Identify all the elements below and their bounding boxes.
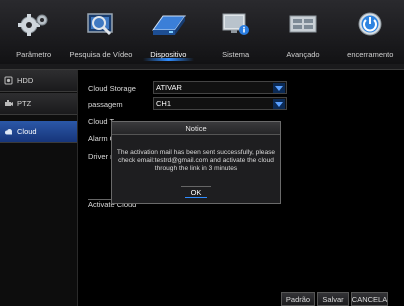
- bottom-button-bar: Padrão Salvar CANCELA: [281, 292, 388, 306]
- nav-label: Avançado: [286, 50, 320, 59]
- nav-sistema[interactable]: Sistema: [202, 0, 269, 64]
- nav-label: Parâmetro: [16, 50, 52, 59]
- cloud-storage-label: Cloud Storage: [88, 83, 136, 93]
- passagem-select[interactable]: CH1: [153, 97, 287, 110]
- nav-label: Dispositivo: [150, 50, 187, 59]
- dialog-message-line: check email:testrd@gmail.com and activat…: [118, 157, 274, 164]
- nav-avancado[interactable]: Avançado: [269, 0, 336, 64]
- cloud-icon: [4, 127, 13, 136]
- monitor-info-icon: [216, 6, 256, 42]
- dialog-title: Notice: [112, 122, 280, 135]
- sidebar: HDD PTZ Cloud: [0, 70, 78, 306]
- cloud-storage-select[interactable]: ATIVAR: [153, 81, 287, 94]
- dialog-message-line: The activation mail has been sent succes…: [116, 149, 276, 156]
- ok-button[interactable]: OK: [185, 187, 207, 198]
- cloud-storage-value: ATIVAR: [156, 83, 182, 92]
- passagem-label: passagem: [88, 99, 123, 109]
- sidebar-item-label: Cloud: [17, 127, 37, 136]
- hard-drive-icon: [148, 6, 188, 42]
- nav-label: Pesquisa de Vídeo: [69, 50, 133, 59]
- search-video-icon: [81, 6, 121, 42]
- sidebar-item-ptz[interactable]: PTZ: [0, 93, 77, 115]
- sidebar-item-label: HDD: [17, 76, 34, 85]
- nav-parametro[interactable]: Parâmetro: [0, 0, 67, 64]
- power-icon: [350, 6, 390, 42]
- gears-icon: [14, 6, 54, 42]
- dialog-message-line: through the link in 3 minutes: [154, 165, 238, 172]
- nav-label: encerramento: [347, 50, 394, 59]
- nav-label: Sistema: [222, 50, 250, 59]
- sidebar-item-hdd[interactable]: HDD: [0, 70, 77, 92]
- ptz-camera-icon: [4, 99, 13, 108]
- passagem-value: CH1: [156, 99, 172, 108]
- sidebar-item-cloud[interactable]: Cloud: [0, 121, 77, 143]
- default-button[interactable]: Padrão: [281, 292, 315, 306]
- cancel-button[interactable]: CANCELA: [351, 292, 388, 306]
- chevron-down-icon[interactable]: [273, 99, 285, 109]
- sidebar-item-label: PTZ: [17, 99, 32, 108]
- chevron-down-icon[interactable]: [273, 83, 285, 93]
- top-navigation: Parâmetro Pesquisa de Vídeo Dispositivo: [0, 0, 404, 64]
- nav-dispositivo[interactable]: Dispositivo: [135, 0, 202, 64]
- dialog-message: The activation mail has been sent succes…: [112, 149, 280, 173]
- hdd-icon: [4, 76, 13, 85]
- save-button[interactable]: Salvar: [317, 292, 349, 306]
- nav-pesquisa-video[interactable]: Pesquisa de Vídeo: [67, 0, 134, 64]
- nav-encerramento[interactable]: encerramento: [337, 0, 404, 64]
- notice-dialog: Notice The activation mail has been sent…: [111, 121, 281, 204]
- cloud-storage-row: Cloud Storage ATIVAR: [88, 81, 287, 95]
- passagem-row: passagem CH1: [88, 97, 287, 111]
- advanced-panel-icon: [283, 6, 323, 42]
